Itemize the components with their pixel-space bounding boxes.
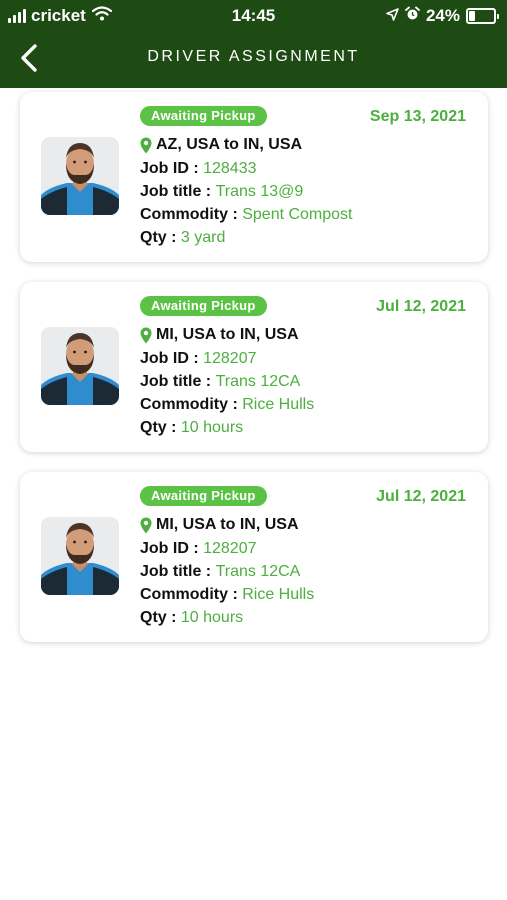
app-header: cricket 14:45 24% DRIVER ASSIGNMENT [0,0,507,88]
qty-row: Qty : 10 hours [140,609,243,627]
route-text: MI, USA to IN, USA [156,516,299,533]
job-id-value: 128207 [203,540,257,557]
job-id-row: Job ID : 128433 [140,160,257,178]
status-badge: Awaiting Pickup [140,486,267,506]
job-title-value: Trans 13@9 [215,183,304,200]
qty-row: Qty : 3 yard [140,229,225,247]
assignment-card[interactable]: Awaiting Pickup Sep 13, 2021 AZ, USA to … [20,92,488,262]
status-badge: Awaiting Pickup [140,106,267,126]
status-badge: Awaiting Pickup [140,296,267,316]
commodity-row: Commodity : Rice Hulls [140,586,314,604]
location-pin-icon [140,517,152,534]
job-title-row: Job title : Trans 12CA [140,563,300,581]
route-text: AZ, USA to IN, USA [156,136,303,153]
qty-value: 3 yard [180,229,226,246]
location-pin-icon [140,327,152,344]
commodity-row: Commodity : Spent Compost [140,206,353,224]
job-title-row: Job title : Trans 13@9 [140,183,303,201]
location-pin-icon [140,137,152,154]
commodity-value: Spent Compost [242,206,353,223]
route: MI, USA to IN, USA [140,326,299,344]
route: AZ, USA to IN, USA [140,136,302,154]
commodity-row: Commodity : Rice Hulls [140,396,314,414]
qty-row: Qty : 10 hours [140,419,243,437]
job-title-label: Job title : [140,373,216,390]
job-id-row: Job ID : 128207 [140,350,257,368]
job-id-value: 128207 [203,350,257,367]
route-text: MI, USA to IN, USA [156,326,299,343]
job-id-label: Job ID : [140,540,204,557]
commodity-label: Commodity : [140,206,243,223]
job-title-label: Job title : [140,563,216,580]
assignment-date: Jul 12, 2021 [376,488,466,505]
qty-label: Qty : [140,419,181,436]
assignment-date: Sep 13, 2021 [369,108,466,125]
status-bar: cricket 14:45 24% [0,0,507,32]
location-arrow-icon [386,6,399,26]
battery-icon [466,8,499,24]
job-id-value: 128433 [203,160,257,177]
qty-value: 10 hours [180,419,244,436]
commodity-label: Commodity : [140,586,243,603]
route: MI, USA to IN, USA [140,516,299,534]
alarm-icon [405,6,420,26]
assignment-date: Jul 12, 2021 [376,298,466,315]
qty-label: Qty : [140,609,181,626]
commodity-value: Rice Hulls [242,586,315,603]
job-id-row: Job ID : 128207 [140,540,257,558]
job-title-row: Job title : Trans 12CA [140,373,300,391]
qty-label: Qty : [140,229,181,246]
commodity-value: Rice Hulls [242,396,315,413]
driver-avatar [41,327,119,405]
driver-avatar [41,517,119,595]
job-id-label: Job ID : [140,350,204,367]
qty-value: 10 hours [180,609,244,626]
commodity-label: Commodity : [140,396,243,413]
page-title: DRIVER ASSIGNMENT [147,48,360,65]
assignment-card[interactable]: Awaiting Pickup Jul 12, 2021 MI, USA to … [20,282,488,452]
job-title-value: Trans 12CA [215,563,301,580]
battery-percent: 24% [425,6,460,25]
driver-avatar [41,137,119,215]
assignment-card[interactable]: Awaiting Pickup Jul 12, 2021 MI, USA to … [20,472,488,642]
job-title-label: Job title : [140,183,216,200]
job-id-label: Job ID : [140,160,204,177]
job-title-value: Trans 12CA [215,373,301,390]
